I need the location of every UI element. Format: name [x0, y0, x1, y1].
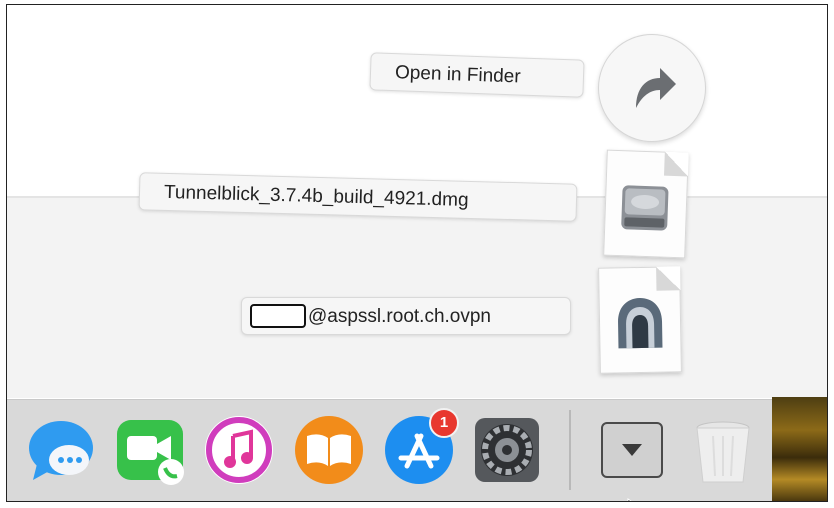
- open-in-finder-button[interactable]: [598, 34, 706, 142]
- redaction-box: [250, 304, 306, 328]
- stack-item-label-ovpn[interactable]: @aspssl.root.ch.ovpn: [241, 297, 571, 335]
- dock: 1: [7, 399, 772, 501]
- disk-image-icon: [621, 185, 669, 231]
- dock-separator: [569, 410, 571, 490]
- screen-frame: Open in Finder Tunnelblick_3.7.4b_build_…: [6, 4, 828, 502]
- stack-item-dmg[interactable]: [603, 149, 689, 259]
- dock-item-itunes[interactable]: [203, 414, 275, 486]
- dock-item-trash[interactable]: [687, 414, 759, 486]
- downloads-stack-button[interactable]: [601, 422, 663, 478]
- stack-item-ovpn[interactable]: [598, 266, 682, 374]
- desktop-wallpaper: [772, 397, 827, 501]
- trash-icon: [696, 421, 750, 483]
- dock-item-messages[interactable]: [25, 414, 97, 486]
- itunes-icon: [205, 416, 273, 484]
- mouse-cursor-icon: [627, 498, 632, 501]
- chevron-down-icon: [622, 444, 642, 456]
- system-preferences-icon: [475, 418, 539, 482]
- dock-item-ibooks[interactable]: [293, 414, 365, 486]
- ovpn-filename: @aspssl.root.ch.ovpn: [308, 306, 491, 327]
- dock-item-app-store[interactable]: 1: [383, 408, 459, 486]
- ibooks-icon: [295, 416, 363, 484]
- dock-item-facetime[interactable]: [115, 414, 187, 486]
- messages-icon: [29, 421, 93, 480]
- dock-item-system-preferences[interactable]: [471, 414, 543, 486]
- curved-arrow-icon: [636, 68, 676, 108]
- tunnelblick-config-icon: [618, 298, 663, 349]
- facetime-icon: [117, 420, 184, 485]
- open-in-finder-label[interactable]: Open in Finder: [369, 52, 585, 98]
- notification-badge: 1: [429, 408, 459, 438]
